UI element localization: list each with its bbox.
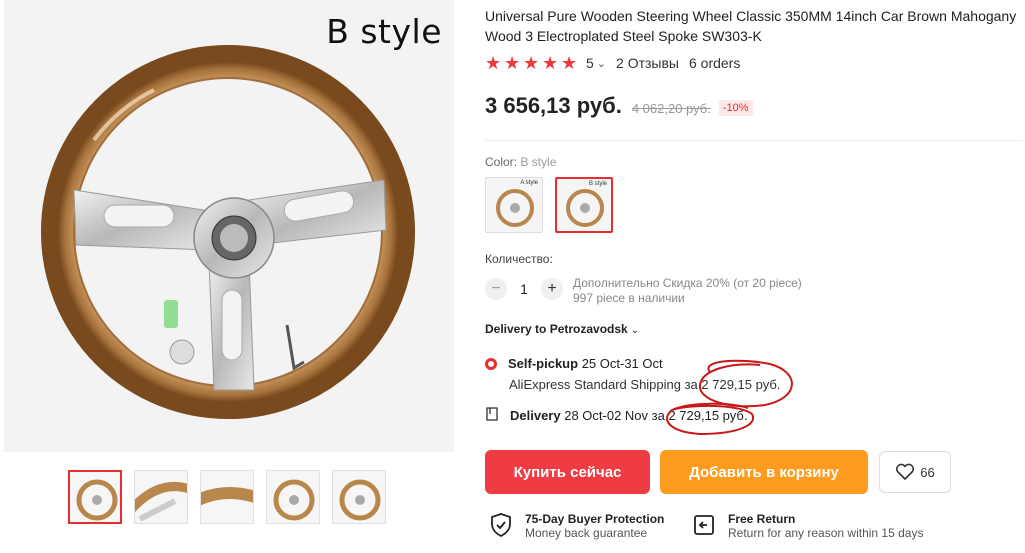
heart-icon [896,463,915,480]
add-to-cart-button[interactable]: Добавить в корзину [660,450,868,494]
chevron-down-icon[interactable]: ⌄ [597,57,606,70]
return-title: Free Return [728,512,796,526]
reviews-link[interactable]: 2 Отзывы [616,55,679,71]
shield-check-icon [491,513,511,538]
delivery-location-label: Delivery to Petrozavodsk [485,322,628,336]
old-price: 4 062,20 руб. [631,101,711,116]
free-return: Free Return Return for any reason within… [692,512,923,540]
chevron-down-icon: ⌄ [630,325,640,336]
delivery-dates: 28 Oct-02 Nov за 2 729,15 руб. [564,408,748,423]
protection-title: 75-Day Buyer Protection [525,512,665,526]
discount-badge: -10% [718,100,753,116]
quantity-input[interactable]: 1 [507,281,541,297]
thumbnail-1[interactable] [68,470,122,524]
star-icon: ★ [561,53,578,73]
protection-subtitle: Money back guarantee [525,526,648,540]
pickup-shipping-text: AliExpress Standard Shipping за 2 729,15… [509,377,781,392]
quantity-info: Дополнительно Скидка 20% (от 20 piece) 9… [573,276,802,306]
star-icon: ★ [504,53,521,73]
quantity-increase-button[interactable]: + [541,278,563,300]
delivery-title: Delivery [510,408,561,423]
swatch-label: B style [588,181,607,187]
thumbnail-4[interactable] [266,470,320,524]
orders-count: 6 orders [688,55,741,71]
wishlist-count: 66 [920,464,935,480]
color-swatch-a-style[interactable]: A style [485,177,543,233]
quantity-stepper: − 1 + [485,278,563,300]
buyer-protection: 75-Day Buyer Protection Money back guara… [489,512,664,540]
return-box-icon [694,515,714,535]
color-label-text: Color: [485,155,518,169]
delivery-location-selector[interactable]: Delivery to Petrozavodsk ⌄ [485,322,639,336]
thumbnail-3[interactable] [200,470,254,524]
delivery-option[interactable]: Delivery 28 Oct-02 Nov за 2 729,15 руб. [510,408,747,423]
stock-text: 997 piece в наличии [573,291,685,305]
current-price: 3 656,13 руб. [485,93,622,118]
main-product-image[interactable]: B style [4,0,454,452]
color-label: Color: B style [485,155,556,169]
pickup-option[interactable]: Self-pickup 25 Oct-31 Oct [508,356,663,371]
quantity-decrease-button[interactable]: − [485,278,507,300]
color-swatch-b-style[interactable]: B style [555,177,613,233]
bulk-discount-text: Дополнительно Скидка 20% (от 20 piece) [573,276,802,290]
thumbnail-2[interactable] [134,470,188,524]
image-style-label: B style [326,12,442,51]
rating-value[interactable]: 5 [586,55,594,71]
color-selected-value: B style [520,155,557,169]
buy-now-button[interactable]: Купить сейчас [485,450,650,494]
return-subtitle: Return for any reason within 15 days [728,526,924,540]
steering-wheel-image [4,0,454,452]
star-icon: ★ [542,53,559,73]
quantity-label: Количество: [485,252,553,266]
rating-row: ★ ★ ★ ★ ★ 5 ⌄ 2 Отзывы 6 orders [485,53,740,73]
star-icon: ★ [485,53,502,73]
swatch-label: A style [520,180,538,186]
pickup-dates: 25 Oct-31 Oct [581,356,663,371]
thumbnail-5[interactable] [332,470,386,524]
rating-stars: ★ ★ ★ ★ ★ [485,54,580,72]
star-icon: ★ [523,53,540,73]
product-title: Universal Pure Wooden Steering Wheel Cla… [485,8,1017,44]
divider [485,140,1023,141]
pickup-title: Self-pickup [508,356,579,371]
radio-selected-icon[interactable] [485,358,497,370]
price-row: 3 656,13 руб. 4 062,20 руб. -10% [485,93,753,119]
wishlist-button[interactable]: 66 [879,451,951,493]
package-icon [486,407,498,421]
